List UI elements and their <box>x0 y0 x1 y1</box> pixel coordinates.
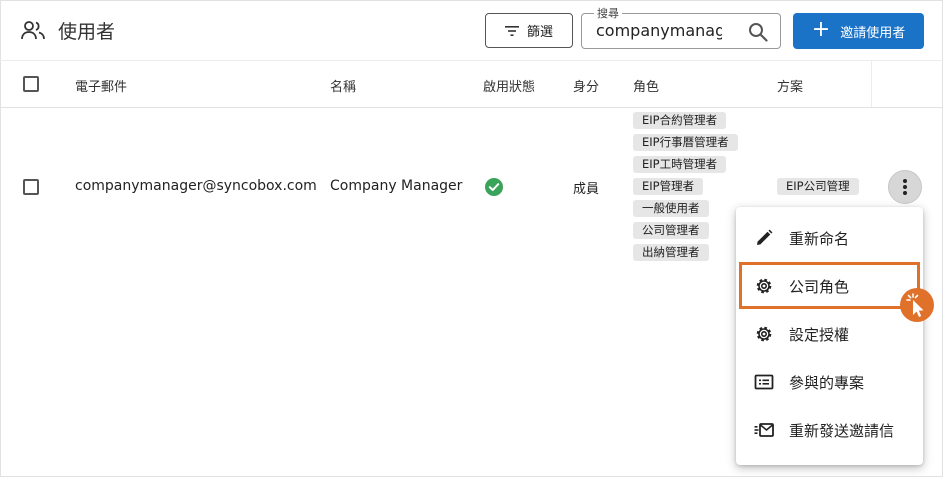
role-chip: EIP行事曆管理者 <box>633 134 738 151</box>
menu-item-resend-invite[interactable]: 重新發送邀請信 <box>736 408 923 452</box>
click-cursor-icon <box>900 288 934 322</box>
role-chip: 一般使用者 <box>633 200 709 217</box>
search-field[interactable]: 搜尋 companymanager <box>581 5 781 49</box>
role-chip: 公司管理者 <box>633 222 709 239</box>
menu-item-label: 設定授權 <box>789 325 850 344</box>
page-title: 使用者 <box>58 21 116 43</box>
column-header-plan[interactable]: 方案 <box>777 76 803 95</box>
invite-user-label: 邀請使用者 <box>840 25 906 41</box>
search-icon[interactable] <box>748 22 768 42</box>
role-chip: EIP工時管理者 <box>633 156 727 173</box>
role-chip: EIP合約管理者 <box>633 112 727 129</box>
invite-user-button[interactable]: + 邀請使用者 <box>793 13 924 49</box>
pencil-icon <box>757 229 773 245</box>
more-vertical-icon <box>903 179 907 195</box>
role-chip: EIP管理者 <box>633 178 704 195</box>
menu-item-label: 重新命名 <box>789 229 850 248</box>
user-name: Company Manager <box>330 178 463 194</box>
filter-button[interactable]: 篩選 <box>485 13 573 48</box>
users-icon <box>21 21 45 40</box>
column-header-identity[interactable]: 身分 <box>573 76 599 95</box>
column-header-name[interactable]: 名稱 <box>330 76 356 95</box>
search-label: 搜尋 <box>594 5 622 21</box>
divider <box>0 107 943 108</box>
role-chip: 出納管理者 <box>633 244 709 261</box>
column-header-email[interactable]: 電子郵件 <box>75 76 127 95</box>
menu-item-label: 重新發送邀請信 <box>789 421 895 440</box>
send-mail-icon <box>754 423 774 437</box>
column-header-roles[interactable]: 角色 <box>633 76 659 95</box>
highlight-box <box>739 262 920 309</box>
filter-icon <box>504 25 519 36</box>
search-input[interactable]: companymanager <box>596 21 722 40</box>
column-header-status[interactable]: 啟用狀態 <box>483 76 535 95</box>
plan-chip: EIP公司管理 <box>777 178 859 195</box>
filter-button-label: 篩選 <box>526 25 553 40</box>
menu-item-authorization[interactable]: 設定授權 <box>736 312 923 356</box>
row-actions-button[interactable] <box>888 170 922 204</box>
divider <box>871 61 872 107</box>
project-list-icon <box>754 374 774 390</box>
user-identity: 成員 <box>573 182 600 197</box>
select-all-checkbox[interactable] <box>23 76 39 92</box>
menu-item-label: 參與的專案 <box>789 373 865 392</box>
row-checkbox[interactable] <box>23 179 39 195</box>
row-actions-menu: 重新命名 公司角色 設定授權 參與的專案 重新發送邀請信 <box>736 207 923 465</box>
user-email: companymanager@syncobox.com <box>75 178 317 194</box>
divider <box>0 60 943 61</box>
menu-item-projects[interactable]: 參與的專案 <box>736 360 923 404</box>
gear-icon <box>756 326 772 342</box>
plus-icon: + <box>811 17 831 42</box>
enabled-check-icon <box>485 178 503 196</box>
menu-item-rename[interactable]: 重新命名 <box>736 216 923 260</box>
